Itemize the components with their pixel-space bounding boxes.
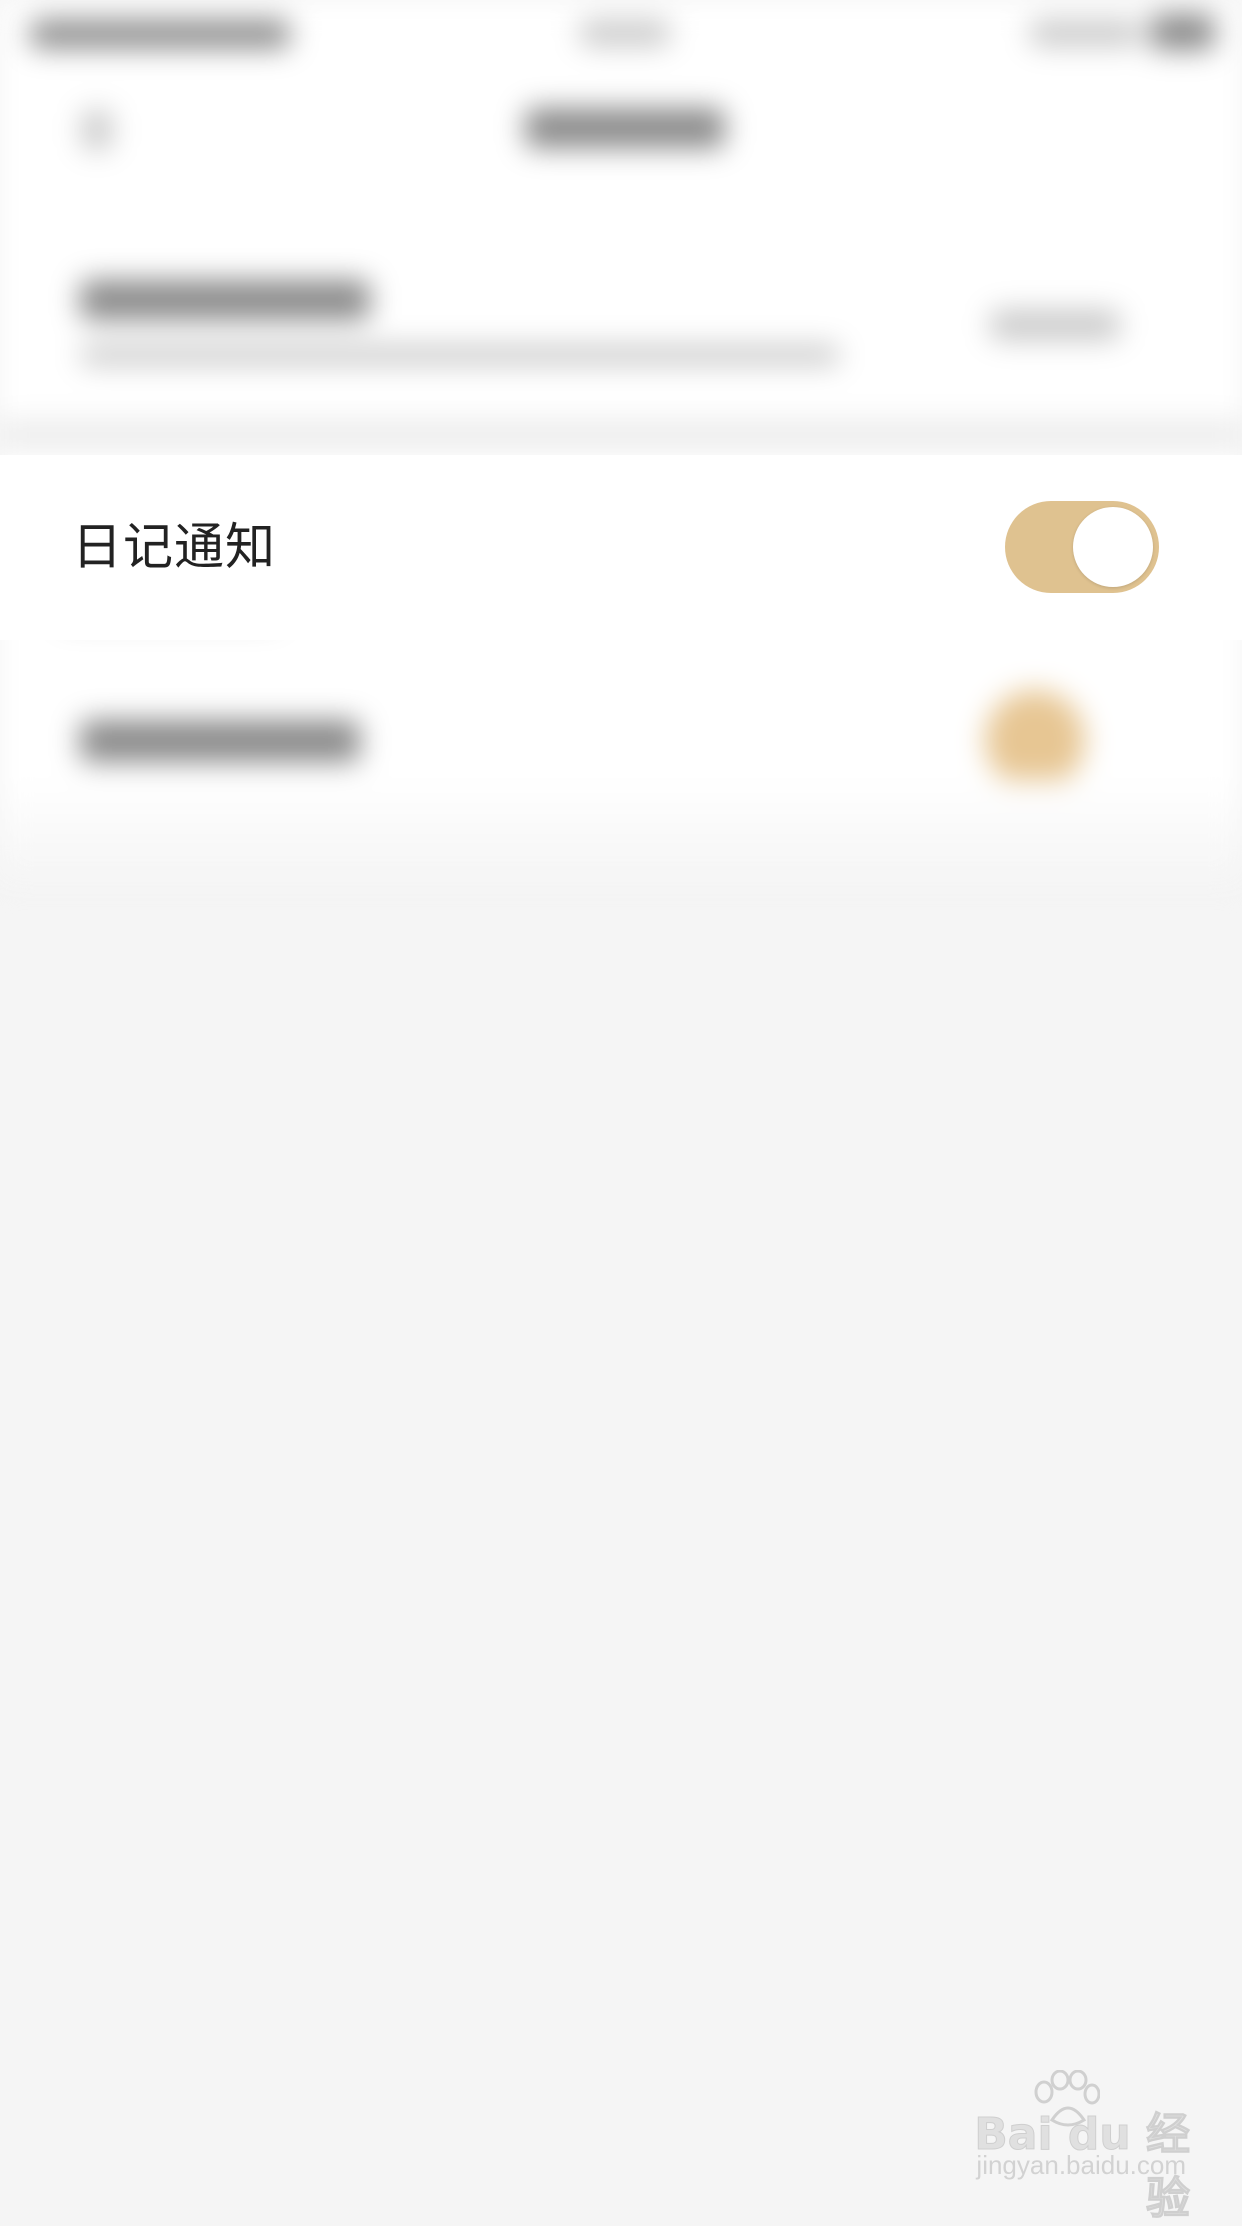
toggle-knob <box>1073 507 1153 587</box>
section-separator-blur <box>0 420 1242 450</box>
blurred-background-content <box>0 0 1242 880</box>
row1-subtitle-blur <box>80 345 840 365</box>
row3-toggle-blur <box>985 690 1085 790</box>
row1-value-blur <box>990 310 1120 340</box>
diary-notification-toggle[interactable] <box>1005 501 1159 593</box>
battery-blur <box>1150 14 1215 50</box>
baidu-jingyan-watermark: Bai du 经验 jingyan.baidu.com <box>950 2070 1191 2225</box>
diary-notification-label: 日记通知 <box>72 518 276 576</box>
status-bar-center-blur <box>580 20 670 46</box>
back-arrow-blur <box>82 110 112 150</box>
row1-title-blur <box>80 280 370 320</box>
status-bar-left-blur <box>30 20 290 48</box>
status-bar-right-blur <box>1030 20 1140 46</box>
diary-notification-row: 日记通知 <box>0 455 1242 640</box>
nav-title-blur <box>525 108 725 148</box>
content-fade <box>0 780 1242 880</box>
row3-title-blur <box>80 720 360 762</box>
watermark-url: jingyan.baidu.com <box>976 2150 1186 2180</box>
